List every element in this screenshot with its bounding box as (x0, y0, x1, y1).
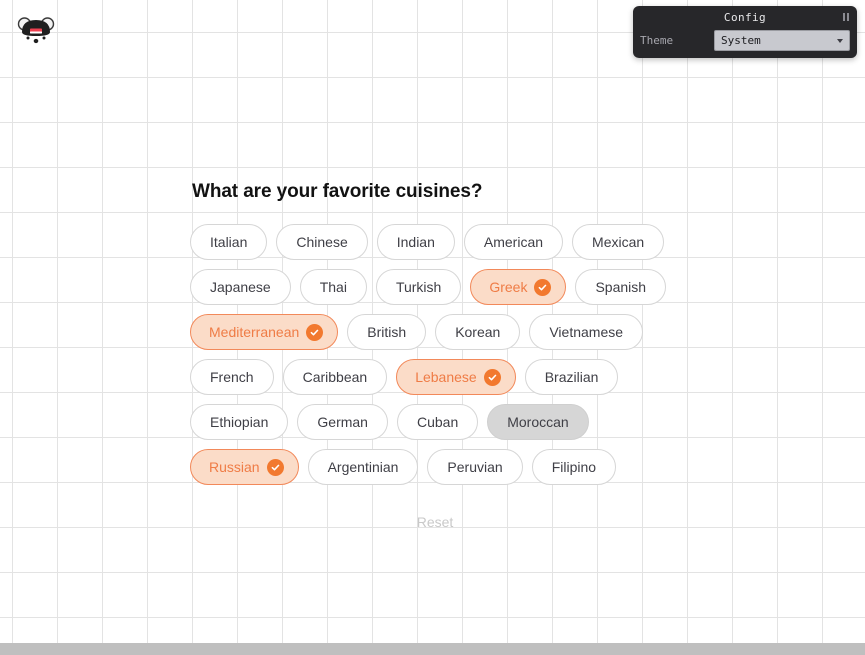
cuisine-chip[interactable]: Chinese (276, 224, 368, 260)
cuisine-chip[interactable]: Indian (376, 224, 455, 260)
cuisine-chip-label: Brazilian (544, 369, 599, 385)
cuisine-chip[interactable]: Cuban (396, 404, 479, 440)
cuisine-chip-label: Moroccan (507, 414, 569, 430)
cuisine-chip[interactable]: French (190, 359, 274, 395)
check-circle-icon (306, 323, 324, 341)
theme-select-value: System (721, 34, 761, 47)
cuisine-chip-label: Lebanese (415, 369, 477, 385)
config-panel-body: Theme System (633, 28, 857, 58)
cuisine-form: What are your favorite cuisines? Italian… (190, 181, 690, 534)
cuisine-chip-label: Mexican (592, 234, 645, 250)
cuisine-chip-label: Chinese (296, 234, 348, 250)
reset-row: Reset (190, 510, 680, 534)
cuisine-chip-label: Vietnamese (549, 324, 624, 340)
reset-button[interactable]: Reset (407, 510, 464, 534)
cuisine-chip-label: Caribbean (302, 369, 368, 385)
cuisine-chip[interactable]: Greek (470, 269, 567, 305)
cuisine-chip-label: Argentinian (327, 459, 399, 475)
cuisine-chip[interactable]: Spanish (575, 269, 667, 305)
cuisine-chip[interactable]: Filipino (531, 449, 617, 485)
check-circle-icon (534, 278, 552, 296)
cuisine-chip-label: American (483, 234, 544, 250)
cuisine-chip[interactable]: Ethiopian (190, 404, 289, 440)
cuisine-chip[interactable]: Moroccan (487, 404, 589, 440)
cuisine-chip[interactable]: Mexican (572, 224, 665, 260)
cuisine-chip[interactable]: German (297, 404, 388, 440)
collapse-pause-icon[interactable] (843, 13, 849, 21)
config-panel: Config Theme System (633, 6, 857, 58)
cuisine-chip-label: Turkish (395, 279, 442, 295)
collapse-bar-right (847, 13, 849, 21)
collapse-bar-left (843, 13, 845, 21)
theme-label: Theme (640, 34, 674, 47)
check-circle-icon (266, 458, 284, 476)
cuisine-chip-label: British (367, 324, 407, 340)
check-circle-icon (483, 368, 501, 386)
cuisine-chip-group: Italian Chinese Indian American Mexican Japan… (190, 224, 680, 485)
cuisine-chip-label: Filipino (551, 459, 597, 475)
cuisine-chip-label: Russian (209, 459, 260, 475)
cuisine-chip[interactable]: Argentinian (307, 449, 419, 485)
cuisine-chip-label: Thai (319, 279, 347, 295)
cuisine-chip-label: Japanese (210, 279, 271, 295)
cuisine-chip[interactable]: Russian (190, 449, 299, 485)
chevron-down-icon (837, 38, 843, 43)
cuisine-chip-label: Italian (210, 234, 248, 250)
cuisine-chip[interactable]: Brazilian (524, 359, 619, 395)
cuisine-chip[interactable]: Peruvian (427, 449, 523, 485)
cuisine-chip-label: Indian (396, 234, 435, 250)
cuisine-chip-label: Peruvian (447, 459, 503, 475)
cuisine-chip[interactable]: Turkish (375, 269, 462, 305)
panda-face-logo (17, 17, 55, 44)
cuisine-chip[interactable]: Italian (190, 224, 268, 260)
cuisine-chip[interactable]: Thai (299, 269, 367, 305)
page-title: What are your favorite cuisines? (192, 181, 483, 202)
cuisine-chip-label: Korean (455, 324, 501, 340)
cuisine-chip-label: French (210, 369, 254, 385)
config-panel-header: Config (633, 6, 857, 28)
cuisine-chip-label: Greek (489, 279, 528, 295)
cuisine-chip-label: Spanish (595, 279, 647, 295)
theme-select[interactable]: System (714, 30, 850, 51)
cuisine-chip[interactable]: Korean (435, 314, 521, 350)
cuisine-chip[interactable]: Mediterranean (190, 314, 339, 350)
cuisine-chip-label: Mediterranean (209, 324, 300, 340)
cuisine-chip[interactable]: American (463, 224, 564, 260)
horizontal-scrollbar[interactable] (0, 643, 865, 655)
cuisine-chip-label: German (317, 414, 368, 430)
cuisine-chip-label: Cuban (416, 414, 459, 430)
config-panel-title: Config (723, 10, 767, 24)
cuisine-chip[interactable]: Caribbean (282, 359, 388, 395)
cuisine-chip[interactable]: Lebanese (396, 359, 516, 395)
cuisine-chip[interactable]: Japanese (190, 269, 291, 305)
cuisine-chip[interactable]: British (347, 314, 427, 350)
cuisine-chip[interactable]: Vietnamese (529, 314, 644, 350)
cuisine-chip-label: Ethiopian (210, 414, 269, 430)
